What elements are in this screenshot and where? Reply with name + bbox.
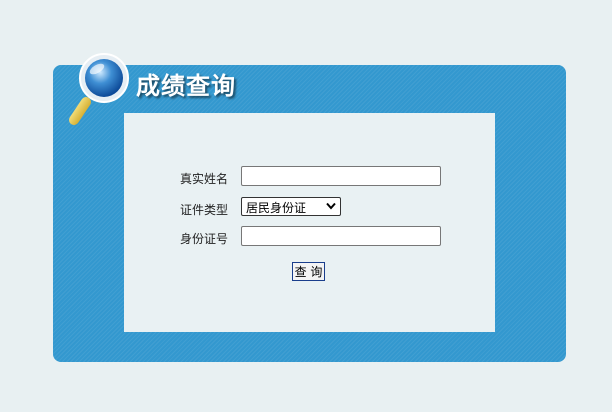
id-type-label: 证件类型 xyxy=(180,203,229,217)
id-number-input[interactable] xyxy=(241,226,441,246)
id-type-selected-value: 居民身份证 xyxy=(246,201,307,215)
query-button[interactable]: 查 询 xyxy=(292,262,325,281)
id-type-select[interactable]: 居民身份证 xyxy=(241,197,341,216)
name-row: 真实姓名 xyxy=(124,166,495,190)
page-title: 成绩查询 xyxy=(136,72,236,100)
id-number-row: 身份证号 xyxy=(124,226,495,250)
real-name-input[interactable] xyxy=(241,166,441,186)
id-type-row: 证件类型 居民身份证 xyxy=(124,197,495,221)
chevron-down-icon xyxy=(326,202,336,210)
id-number-label: 身份证号 xyxy=(180,232,229,246)
name-label: 真实姓名 xyxy=(180,172,229,186)
query-form: 真实姓名 证件类型 居民身份证 身份证号 查 询 xyxy=(124,113,495,332)
